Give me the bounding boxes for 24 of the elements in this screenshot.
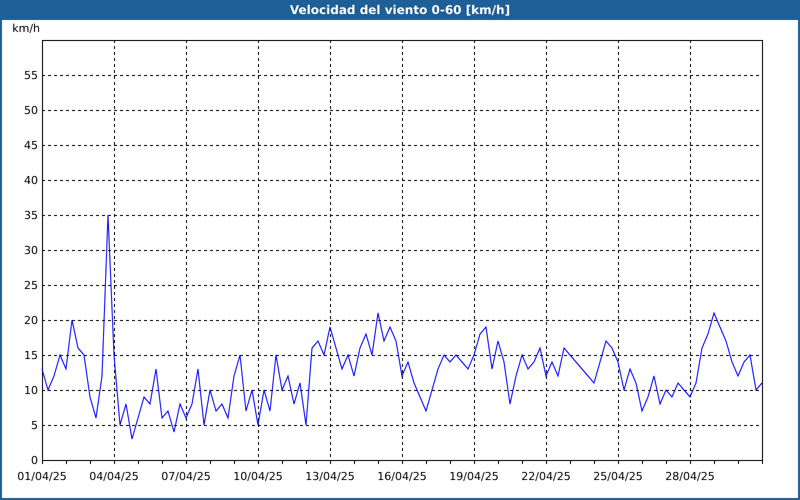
y-axis-tick-label: 40 [24, 174, 38, 187]
x-axis-tick-label: 19/04/25 [449, 470, 499, 483]
y-axis-tick-label: 45 [24, 139, 38, 152]
y-axis-tick-label: 55 [24, 69, 38, 82]
x-axis-tick-label: 28/04/25 [665, 470, 715, 483]
y-axis-tick-label: 35 [24, 209, 38, 222]
x-axis-tick-label: 01/04/25 [17, 470, 67, 483]
y-axis-unit-label: km/h [12, 22, 40, 35]
y-axis-tick-label: 50 [24, 104, 38, 117]
x-axis-tick-label: 16/04/25 [377, 470, 427, 483]
x-axis-tick-label: 07/04/25 [161, 470, 211, 483]
y-axis-tick-label: 20 [24, 314, 38, 327]
window-title: Velocidad del viento 0-60 [km/h] [0, 0, 800, 20]
y-axis-tick-label: 0 [31, 454, 38, 467]
x-axis-tick-label: 04/04/25 [89, 470, 139, 483]
x-axis-tick-label: 22/04/25 [521, 470, 571, 483]
x-axis-tick-label: 10/04/25 [233, 470, 283, 483]
y-axis-tick-label: 30 [24, 244, 38, 257]
y-axis-tick-label: 25 [24, 279, 38, 292]
x-axis-tick-label: 25/04/25 [593, 470, 643, 483]
y-axis-tick-label: 5 [31, 419, 38, 432]
y-axis-tick-label: 15 [24, 349, 38, 362]
x-axis-tick-label: 13/04/25 [305, 470, 355, 483]
y-axis-tick-label: 10 [24, 384, 38, 397]
